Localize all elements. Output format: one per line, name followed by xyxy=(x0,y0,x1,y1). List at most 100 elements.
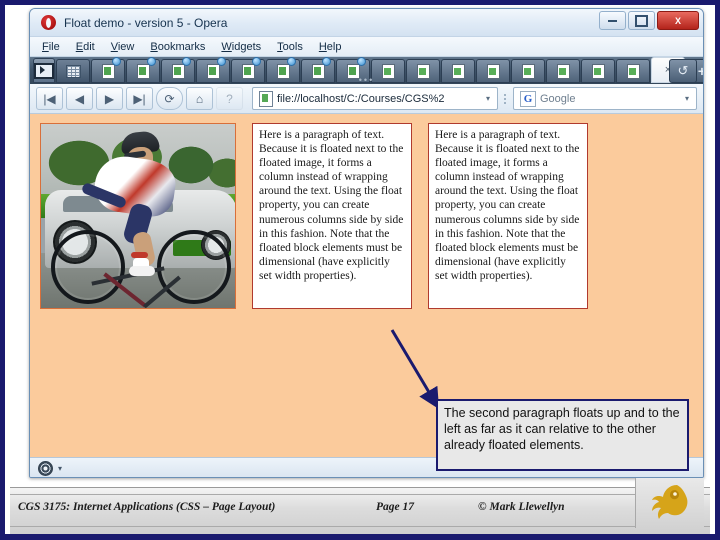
zoom-level-icon[interactable] xyxy=(38,461,53,476)
tab-overflow-dots: ••• xyxy=(358,75,375,85)
back-button[interactable]: ◀ xyxy=(66,87,93,110)
close-button[interactable]: X xyxy=(657,11,699,30)
maximize-button[interactable] xyxy=(628,11,655,30)
page-icon xyxy=(626,63,640,79)
page-icon xyxy=(486,63,500,79)
loading-indicator-icon xyxy=(147,57,156,66)
ucf-pegasus-logo xyxy=(635,478,704,528)
slide-top-border xyxy=(5,0,715,5)
page-icon xyxy=(171,63,185,79)
window-controls: X xyxy=(599,11,699,30)
menu-file[interactable]: File xyxy=(42,41,60,53)
tab-13[interactable] xyxy=(511,59,545,83)
tab-loading-4[interactable] xyxy=(196,57,230,83)
floated-cyclist-image: Europcar xyxy=(40,123,236,309)
tab-11[interactable] xyxy=(441,59,475,83)
address-dropdown-icon[interactable]: ▾ xyxy=(481,89,495,108)
footer-divider-top xyxy=(10,494,710,495)
tab-15[interactable] xyxy=(581,59,615,83)
page-icon xyxy=(136,63,150,79)
tab-14[interactable] xyxy=(546,59,580,83)
loading-indicator-icon xyxy=(357,57,366,66)
page-icon xyxy=(521,63,535,79)
page-icon xyxy=(101,63,115,79)
slide-bottom-border xyxy=(5,534,715,540)
loading-indicator-icon xyxy=(217,57,226,66)
menu-bookmarks[interactable]: Bookmarks xyxy=(150,41,205,53)
home-button[interactable]: ⌂ xyxy=(186,87,213,110)
page-icon xyxy=(556,63,570,79)
first-page-button[interactable]: |◀ xyxy=(36,87,63,110)
rider-shoe xyxy=(129,266,155,276)
menu-edit[interactable]: Edit xyxy=(76,41,95,53)
chevron-down-icon[interactable]: ▾ xyxy=(58,464,62,473)
search-input[interactable]: Google xyxy=(540,93,680,105)
tab-16[interactable] xyxy=(616,59,650,83)
tab-loading-7[interactable] xyxy=(301,57,335,83)
panels-toggle-button[interactable] xyxy=(33,58,55,83)
speed-dial-tab[interactable] xyxy=(56,59,90,83)
annotation-callout: The second paragraph floats up and to th… xyxy=(436,399,689,471)
page-icon xyxy=(241,63,255,79)
tab-loading-5[interactable] xyxy=(231,57,265,83)
loading-indicator-icon xyxy=(182,57,191,66)
search-bar[interactable]: G Google ▾ xyxy=(513,87,697,110)
tab-loading-1[interactable] xyxy=(91,57,125,83)
google-icon: G xyxy=(520,90,536,107)
menu-view[interactable]: View xyxy=(111,41,135,53)
tab-12[interactable] xyxy=(476,59,510,83)
page-icon xyxy=(311,63,325,79)
page-icon xyxy=(276,63,290,79)
browser-navigation-bar: |◀ ◀ ▶ ▶| ⟳ ⌂ ? file://localhost/C:/Cour… xyxy=(30,84,703,114)
tab-loading-6[interactable] xyxy=(266,57,300,83)
loading-indicator-icon xyxy=(252,57,261,66)
loading-indicator-icon xyxy=(112,57,121,66)
minimize-button[interactable] xyxy=(599,11,626,30)
loading-indicator-icon xyxy=(322,57,331,66)
tab-9[interactable] xyxy=(371,59,405,83)
footer-page-number: Page 17 xyxy=(376,501,415,513)
page-icon xyxy=(346,63,360,79)
pegasus-icon xyxy=(652,485,688,519)
browser-tab-bar: × + ↺ ••• xyxy=(30,57,703,85)
last-page-button[interactable]: ▶| xyxy=(126,87,153,110)
undo-icon: ↺ xyxy=(677,63,689,78)
opera-logo-icon xyxy=(41,15,56,30)
search-key-button[interactable]: ? xyxy=(216,87,243,110)
menu-tools[interactable]: Tools xyxy=(277,41,303,53)
floated-paragraph-1: Here is a paragraph of text. Because it … xyxy=(252,123,412,309)
tab-loading-2[interactable] xyxy=(126,57,160,83)
tab-10[interactable] xyxy=(406,59,440,83)
footer-divider-bottom xyxy=(10,526,710,527)
address-bar[interactable]: file://localhost/C:/Courses/CGS%2 ▾ xyxy=(252,87,498,110)
cyclist-photo: Europcar xyxy=(41,124,235,308)
browser-menu-bar: File Edit View Bookmarks Widgets Tools H… xyxy=(30,37,703,57)
page-icon xyxy=(451,63,465,79)
tab-loading-3[interactable] xyxy=(161,57,195,83)
web-page-content: Europcar xyxy=(30,114,703,309)
maximize-icon xyxy=(635,14,648,27)
address-input[interactable]: file://localhost/C:/Courses/CGS%2 xyxy=(277,93,481,105)
minimize-icon xyxy=(608,19,617,22)
presentation-slide: Float demo - version 5 - Opera X File Ed… xyxy=(0,0,720,540)
footer-course-title: CGS 3175: Internet Applications (CSS – P… xyxy=(18,501,276,513)
footer-credit: © Mark Llewellyn xyxy=(478,501,565,513)
closed-tabs-trash-button[interactable]: ↺ xyxy=(669,59,697,83)
window-title: Float demo - version 5 - Opera xyxy=(64,15,228,30)
forward-button[interactable]: ▶ xyxy=(96,87,123,110)
search-engine-dropdown-icon[interactable]: ▾ xyxy=(680,89,694,108)
page-security-icon xyxy=(259,90,273,107)
toolbar-separator xyxy=(501,91,508,107)
menu-widgets[interactable]: Widgets xyxy=(221,41,261,53)
menu-help[interactable]: Help xyxy=(319,41,342,53)
page-icon xyxy=(381,63,395,79)
floated-paragraph-2: Here is a paragraph of text. Because it … xyxy=(428,123,588,309)
plus-icon: + xyxy=(698,64,703,78)
rider xyxy=(79,130,187,276)
loading-indicator-icon xyxy=(287,57,296,66)
slide-footer: CGS 3175: Internet Applications (CSS – P… xyxy=(10,478,710,534)
grid-icon xyxy=(65,64,81,78)
reload-button[interactable]: ⟳ xyxy=(156,87,183,110)
browser-title-bar[interactable]: Float demo - version 5 - Opera X xyxy=(30,9,703,37)
panel-icon xyxy=(34,62,54,79)
